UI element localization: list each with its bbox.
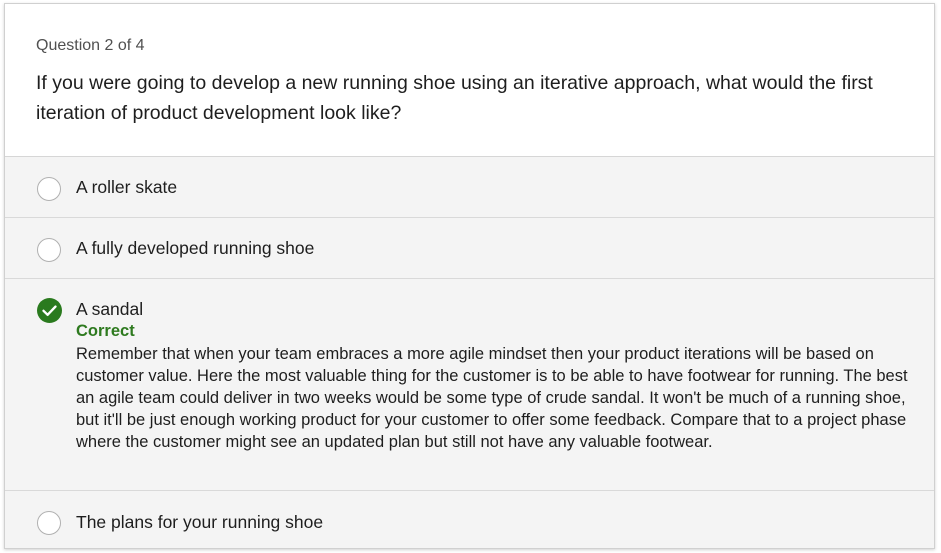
checkmark-glyph bbox=[42, 305, 57, 316]
question-header: Question 2 of 4 If you were going to dev… bbox=[5, 4, 934, 157]
answer-option-plans[interactable]: The plans for your running shoe bbox=[5, 491, 934, 548]
answer-option-sandal[interactable]: A sandal Correct Remember that when your… bbox=[5, 279, 934, 491]
quiz-card: Question 2 of 4 If you were going to dev… bbox=[4, 3, 935, 549]
answer-option-label: A fully developed running shoe bbox=[76, 238, 315, 258]
radio-circle-icon[interactable] bbox=[37, 177, 61, 201]
question-text: If you were going to develop a new runni… bbox=[36, 72, 873, 124]
correct-feedback-title: Correct bbox=[76, 322, 135, 340]
answer-option-roller-skate[interactable]: A roller skate bbox=[5, 157, 934, 218]
feedback-explanation: Remember that when your team embraces a … bbox=[76, 345, 908, 451]
answer-option-label: A sandal bbox=[76, 299, 144, 319]
answer-option-label: A roller skate bbox=[76, 177, 178, 197]
question-counter: Question 2 of 4 bbox=[36, 37, 145, 54]
radio-circle-icon[interactable] bbox=[37, 511, 61, 535]
answer-option-fully-developed-shoe[interactable]: A fully developed running shoe bbox=[5, 218, 934, 279]
answer-option-label: The plans for your running shoe bbox=[76, 512, 324, 532]
checkmark-circle-icon bbox=[37, 298, 62, 323]
radio-circle-icon[interactable] bbox=[37, 238, 61, 262]
